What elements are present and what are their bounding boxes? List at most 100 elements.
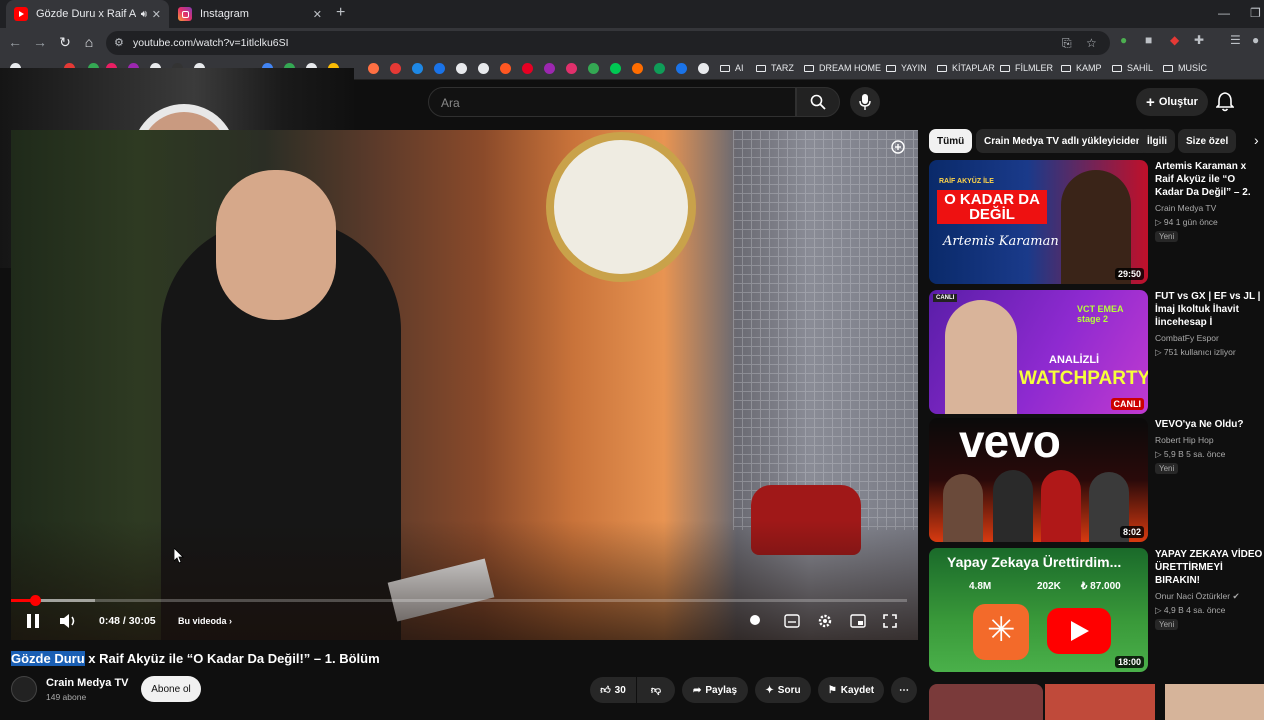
more-actions-button[interactable]: ⋯	[891, 677, 917, 703]
site-info-icon[interactable]: ⚙	[114, 36, 124, 49]
bookmark-folder-dream-home[interactable]: DREAM HOME	[804, 63, 881, 73]
recommendation-channel[interactable]: Crain Medya TV	[1155, 203, 1216, 213]
bookmark-folder-sahil[interactable]: SAHİL	[1112, 63, 1153, 73]
recommendation-item-partial[interactable]	[929, 684, 1264, 720]
close-tab-icon[interactable]: ✕	[313, 8, 322, 21]
bookmark-icon[interactable]	[368, 63, 379, 74]
share-button[interactable]: ➦ Paylaş	[682, 677, 748, 703]
like-button[interactable]: 👍︎ 30	[590, 677, 636, 703]
video-title-highlight: Gözde Duru	[11, 651, 85, 666]
recommendation-thumbnail[interactable]: Yapay Zekaya Ürettirdim... 4.8M 202K ₺ 8…	[929, 548, 1148, 672]
volume-icon[interactable]	[58, 612, 78, 630]
recommendation-title[interactable]: Artemis Karaman x Raif Akyüz ile “O Kada…	[1155, 160, 1264, 200]
bookmark-icon[interactable]	[456, 63, 467, 74]
recommendation-thumbnail[interactable]: CANLI VCT EMEA stage 2 ANALİZLİ WATCHPAR…	[929, 290, 1148, 414]
bookmark-icon[interactable]	[610, 63, 621, 74]
voice-search-button[interactable]	[850, 87, 880, 117]
search-button[interactable]	[796, 87, 840, 117]
tab-youtube[interactable]: Gözde Duru x Raif Akyüz ile 🔊︎ ✕	[6, 0, 169, 28]
bookmark-icon[interactable]	[500, 63, 511, 74]
autoplay-icon	[750, 615, 760, 625]
url-text[interactable]: youtube.com/watch?v=1itlclku6SI	[133, 37, 289, 49]
bookmark-icon[interactable]	[434, 63, 445, 74]
recommendation-thumbnail[interactable]: RAİF AKYÜZ İLE O KADAR DA DEĞİL Artemis …	[929, 160, 1148, 284]
info-card-icon[interactable]	[891, 140, 905, 154]
fullscreen-icon[interactable]	[883, 614, 897, 628]
recommendation-channel[interactable]: Onur Naci Öztürkler ✔	[1155, 591, 1240, 602]
bookmark-folder-kamp[interactable]: KAMP	[1061, 63, 1102, 73]
subscribe-button[interactable]: Abone ol	[141, 676, 201, 702]
bookmark-icon[interactable]	[390, 63, 401, 74]
back-icon[interactable]: ←	[6, 34, 24, 50]
ask-button[interactable]: ✦ Soru	[755, 677, 811, 703]
bookmark-icon[interactable]	[654, 63, 665, 74]
profile-icon[interactable]: ●	[1252, 33, 1259, 47]
bookmark-folder-ai[interactable]: AI	[720, 63, 744, 73]
subtitles-icon[interactable]	[784, 614, 800, 628]
thumbnail-text: ₺ 87.000	[1081, 581, 1121, 592]
save-button[interactable]: ⚑ Kaydet	[818, 677, 884, 703]
thumbnail-person	[993, 470, 1033, 542]
forward-icon[interactable]: →	[31, 34, 49, 50]
chapter-button[interactable]: Bu videoda ›	[178, 616, 232, 626]
bookmark-icon[interactable]	[478, 63, 489, 74]
bookmark-icon[interactable]	[412, 63, 423, 74]
bookmark-folder-filmler[interactable]: FİLMLER	[1000, 63, 1053, 73]
bookmark-folder-tarz[interactable]: TARZ	[756, 63, 794, 73]
chip-related[interactable]: İlgili	[1139, 129, 1175, 153]
extension-icon[interactable]: ●	[1120, 33, 1127, 47]
bookmark-folder-yayin[interactable]: YAYIN	[886, 63, 927, 73]
side-panel-icon[interactable]: ☰	[1230, 33, 1241, 47]
dislike-button[interactable]: 👎︎	[637, 677, 675, 703]
bookmark-icon[interactable]	[522, 63, 533, 74]
autoplay-toggle[interactable]	[750, 615, 760, 628]
close-tab-icon[interactable]: ✕	[152, 8, 161, 21]
channel-name[interactable]: Crain Medya TV	[46, 677, 129, 689]
search-input[interactable]: Ara	[428, 87, 796, 117]
video-progress-bar[interactable]	[11, 595, 907, 606]
home-icon[interactable]: ⌂	[80, 34, 98, 50]
tab-instagram[interactable]: Instagram ✕	[170, 0, 330, 28]
minimize-icon[interactable]: —	[1218, 6, 1230, 20]
chip-for-you[interactable]: Size özel	[1178, 129, 1237, 153]
recommendation-channel[interactable]: Robert Hip Hop	[1155, 435, 1214, 445]
chevron-right-icon[interactable]: ›	[1254, 132, 1259, 148]
bookmark-star-icon[interactable]: ☆	[1086, 36, 1097, 50]
video-player[interactable]	[11, 130, 918, 640]
notifications-bell-icon[interactable]	[1216, 92, 1234, 112]
bookmark-icon[interactable]	[698, 63, 709, 74]
chip-from-channel[interactable]: Crain Medya TV adlı yükleyiciden	[976, 129, 1150, 153]
new-tab-icon[interactable]: +	[336, 4, 345, 22]
extensions-puzzle-icon[interactable]: ✚	[1194, 33, 1204, 47]
maximize-icon[interactable]: ❐	[1250, 6, 1261, 20]
speaker-icon[interactable]: 🔊︎	[141, 9, 147, 20]
install-app-icon[interactable]: ⎘	[1062, 36, 1072, 51]
recommendation-title[interactable]: VEVO'ya Ne Oldu?	[1155, 418, 1264, 432]
bookmark-folder-kitaplar[interactable]: KİTAPLAR	[937, 63, 995, 73]
extension-icon[interactable]: ■	[1145, 33, 1152, 47]
pause-icon[interactable]	[26, 612, 40, 630]
bookmark-icon[interactable]	[676, 63, 687, 74]
settings-gear-icon[interactable]	[817, 613, 833, 629]
extension-icon[interactable]: ◆	[1170, 33, 1179, 47]
chip-all[interactable]: Tümü	[929, 129, 973, 153]
recommendation-thumbnail[interactable]: vevo 8:02	[929, 418, 1148, 542]
create-button[interactable]: + Oluştur	[1136, 88, 1208, 116]
recommendation-title[interactable]: YAPAY ZEKAYA VİDEO ÜRETTİRMEYİ BIRAKIN! …	[1155, 548, 1264, 588]
bookmark-icon[interactable]	[632, 63, 643, 74]
recommendation-item[interactable]: RAİF AKYÜZ İLE O KADAR DA DEĞİL Artemis …	[929, 160, 1264, 284]
recommendation-title[interactable]: FUT vs GX | EF vs JL | İmaj Ikoltuk İhav…	[1155, 290, 1264, 330]
theater-mode-icon[interactable]	[850, 614, 866, 628]
recommendation-item[interactable]: CANLI VCT EMEA stage 2 ANALİZLİ WATCHPAR…	[929, 290, 1264, 414]
address-bar[interactable]: ⚙ youtube.com/watch?v=1itlclku6SI ⎘ ☆	[106, 31, 1110, 55]
reload-icon[interactable]: ↻	[56, 34, 74, 51]
recommendation-channel[interactable]: CombatFy Espor	[1155, 333, 1219, 343]
bookmark-icon[interactable]	[544, 63, 555, 74]
channel-avatar[interactable]	[11, 676, 37, 702]
recommendation-item[interactable]: Yapay Zekaya Ürettirdim... 4.8M 202K ₺ 8…	[929, 548, 1264, 672]
recommendation-item[interactable]: vevo 8:02 VEVO'ya Ne Oldu? Robert Hip Ho…	[929, 418, 1264, 542]
bookmark-icon[interactable]	[588, 63, 599, 74]
bookmark-folder-music[interactable]: MUSİC	[1163, 63, 1207, 73]
bookmark-icon[interactable]	[566, 63, 577, 74]
folder-icon	[1112, 65, 1122, 72]
